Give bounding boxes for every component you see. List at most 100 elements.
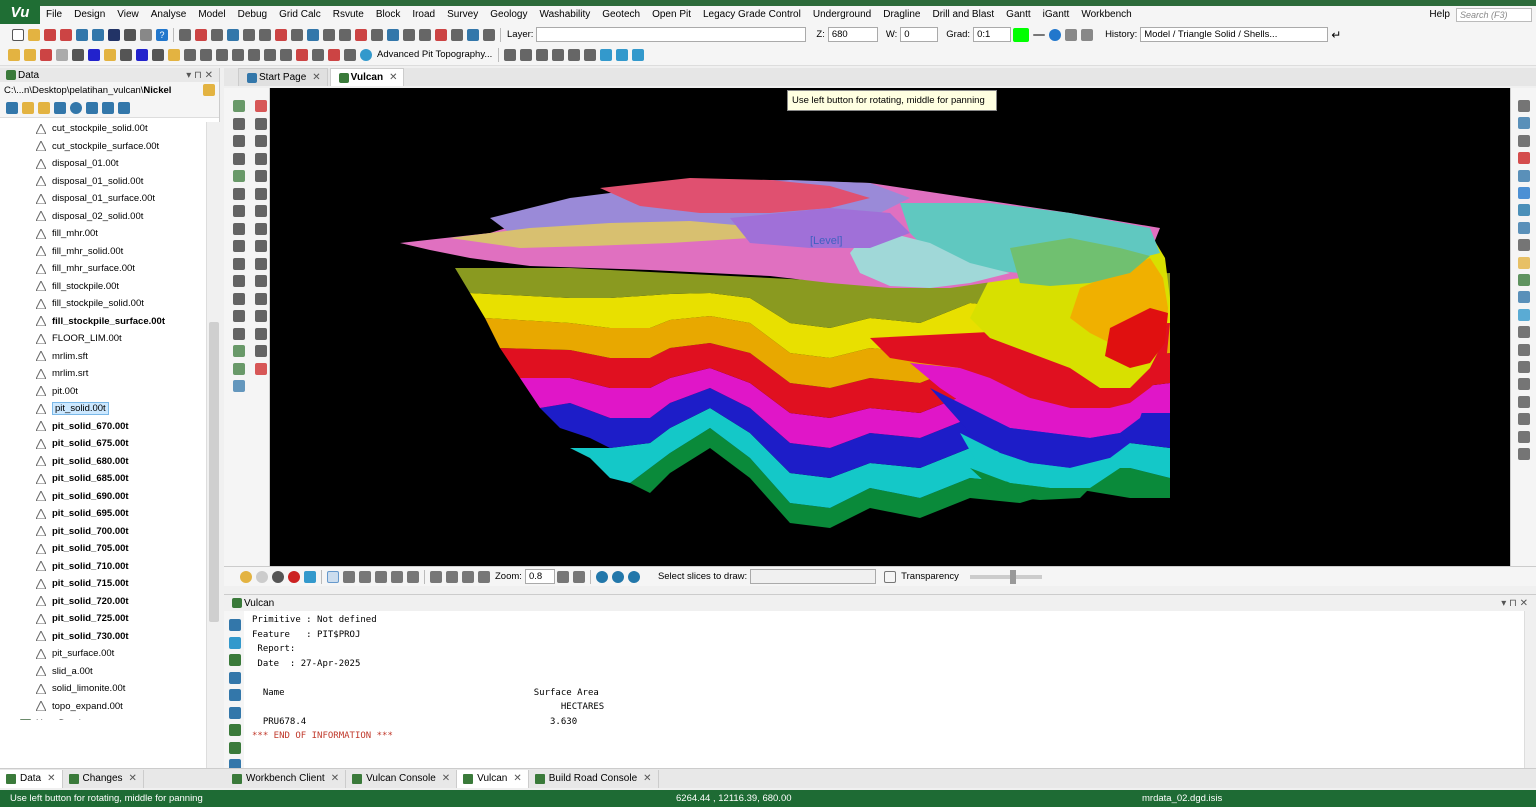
console-tool-icon[interactable] <box>229 741 241 754</box>
display-tool-icon[interactable] <box>136 48 148 61</box>
draw-tool-icon[interactable] <box>255 327 267 340</box>
menu-view[interactable]: View <box>111 6 145 24</box>
console-tool-icon[interactable] <box>229 671 241 684</box>
pit-tool-icon[interactable] <box>584 48 597 61</box>
menu-rsvute[interactable]: Rsvute <box>327 6 370 24</box>
sphere-icon[interactable] <box>272 570 284 583</box>
menu-iroad[interactable]: Iroad <box>406 6 441 24</box>
slices-select[interactable] <box>750 569 877 584</box>
console-tool-icon[interactable] <box>229 724 241 736</box>
menu-igantt[interactable]: iGantt <box>1037 6 1076 24</box>
edit-tool-icon[interactable] <box>211 28 223 41</box>
close-tab-icon[interactable]: ✕ <box>331 773 339 784</box>
print-icon[interactable] <box>124 28 136 41</box>
w-input[interactable]: 0 <box>900 27 939 42</box>
file-item[interactable]: fill_stockpile_solid.00t <box>0 295 206 313</box>
close-icon[interactable] <box>44 28 56 41</box>
display-tool-icon[interactable] <box>152 48 164 61</box>
view-tool-icon[interactable] <box>1518 187 1530 199</box>
view-tool-icon[interactable] <box>1518 395 1530 408</box>
menu-help[interactable]: Help <box>1423 6 1456 24</box>
sphere-icon[interactable] <box>288 570 300 583</box>
sphere-icon[interactable] <box>256 570 268 583</box>
history-select[interactable]: Model / Triangle Solid / Shells... <box>1140 27 1329 42</box>
display-tool-icon[interactable] <box>328 48 340 61</box>
pit-tool-icon[interactable] <box>616 48 629 61</box>
bottom-tab[interactable]: Vulcan Console ✕ <box>346 769 458 788</box>
refresh-icon[interactable] <box>70 101 82 114</box>
bottom-tab[interactable]: Data ✕ <box>0 769 63 788</box>
file-item[interactable]: pit_solid_715.00t <box>0 575 206 593</box>
edit-tool-icon[interactable] <box>419 28 431 41</box>
app-logo[interactable]: Vu <box>0 0 40 24</box>
axis-icon[interactable] <box>375 570 387 583</box>
select-icon[interactable] <box>327 570 339 583</box>
close-tab-icon[interactable]: ✕ <box>47 773 55 784</box>
draw-tool-icon[interactable] <box>233 222 245 235</box>
edit-tool-icon[interactable] <box>291 28 303 41</box>
sphere-icon[interactable] <box>240 570 252 583</box>
colour-swatch[interactable] <box>1013 27 1030 42</box>
console-tool-icon[interactable] <box>229 636 241 649</box>
view-tool-icon[interactable] <box>1518 221 1530 234</box>
close-tab-icon[interactable]: ✕ <box>442 773 450 784</box>
view-tool-icon[interactable] <box>1518 378 1530 391</box>
file-item[interactable]: pit_solid_710.00t <box>0 558 206 576</box>
pit-tool-icon[interactable] <box>632 48 645 61</box>
pit-topography-button[interactable]: Advanced Pit Topography... <box>377 49 492 60</box>
measure-icon[interactable] <box>407 570 419 583</box>
file-item[interactable]: mrlim.srt <box>0 365 206 383</box>
edit-tool-icon[interactable] <box>371 28 383 41</box>
file-item[interactable]: fill_stockpile_surface.00t <box>0 313 206 331</box>
file-item[interactable]: pit_solid_700.00t <box>0 523 206 541</box>
draw-tool-icon[interactable] <box>233 117 245 130</box>
search-input[interactable]: Search (F3) <box>1456 8 1532 22</box>
zoom-window-icon[interactable] <box>572 570 585 583</box>
file-item[interactable]: fill_mhr_surface.00t <box>0 260 206 278</box>
draw-tool-icon[interactable] <box>255 345 267 357</box>
view-tool-icon[interactable] <box>1518 169 1530 182</box>
file-item[interactable]: pit_solid_725.00t <box>0 610 206 628</box>
draw-tool-icon[interactable] <box>255 205 267 217</box>
file-item[interactable]: pit_solid.00t <box>0 400 206 418</box>
render-icon[interactable] <box>304 570 316 583</box>
bottom-tab[interactable]: Workbench Client ✕ <box>226 769 347 788</box>
file-item[interactable]: pit_solid_705.00t <box>0 540 206 558</box>
file-item[interactable]: pit_solid_675.00t <box>0 435 206 453</box>
folder-icon[interactable] <box>22 101 34 114</box>
view-tool-icon[interactable] <box>1518 291 1530 304</box>
pit-tool-icon[interactable] <box>504 48 517 61</box>
display-tool-icon[interactable] <box>264 48 276 61</box>
edit-tool-icon[interactable] <box>243 28 255 41</box>
layer-select[interactable] <box>536 27 807 42</box>
file-list-scrollbar[interactable] <box>206 122 220 768</box>
file-item[interactable]: disposal_01.00t <box>0 155 206 173</box>
text-icon[interactable] <box>430 570 442 583</box>
display-tool-icon[interactable] <box>8 48 20 61</box>
close-tab-icon[interactable]: ✕ <box>389 72 397 83</box>
menu-debug[interactable]: Debug <box>232 6 273 24</box>
crosshair-icon[interactable] <box>343 570 355 583</box>
draw-tool-icon[interactable] <box>255 187 267 200</box>
draw-tool-icon[interactable] <box>233 380 245 392</box>
bottom-tab[interactable]: Changes ✕ <box>63 769 144 788</box>
file-item[interactable]: pit_solid_690.00t <box>0 488 206 506</box>
line-style-icon[interactable] <box>1033 33 1046 36</box>
display-tool-icon[interactable] <box>280 48 292 61</box>
console-tool-icon[interactable] <box>229 689 241 701</box>
open-folder-icon[interactable] <box>28 28 40 41</box>
edit-tool-icon[interactable] <box>451 28 463 41</box>
menu-analyse[interactable]: Analyse <box>145 6 193 24</box>
console-scrollbar[interactable] <box>1524 611 1536 769</box>
view-tool-icon[interactable] <box>1518 274 1530 286</box>
draw-tool-icon[interactable] <box>233 240 245 252</box>
file-item[interactable]: fill_mhr.00t <box>0 225 206 243</box>
file-item[interactable]: pit_solid_730.00t <box>0 628 206 646</box>
console-tool-icon[interactable] <box>229 619 241 631</box>
menu-dragline[interactable]: Dragline <box>877 6 926 24</box>
view-tool-icon[interactable] <box>1518 361 1530 373</box>
file-item[interactable]: disposal_01_solid.00t <box>0 173 206 191</box>
bottom-tab[interactable]: Build Road Console ✕ <box>529 769 659 788</box>
display-tool-icon[interactable] <box>232 48 244 61</box>
draw-tool-icon[interactable] <box>233 100 245 112</box>
